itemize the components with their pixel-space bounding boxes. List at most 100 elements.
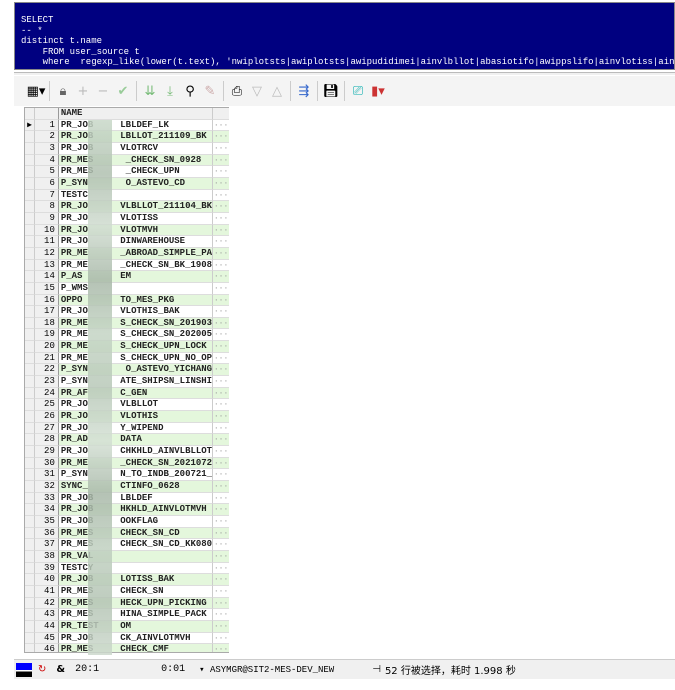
row-number[interactable]: 40 [34,574,59,586]
cell-edit-button[interactable]: ··· [213,399,229,412]
cell-edit-button[interactable]: ··· [213,306,229,318]
row-number[interactable]: 3 [34,142,59,155]
cell-edit-button[interactable]: ··· [213,131,229,143]
table-row[interactable]: 35 PR_JOB OOKFLAG ··· [25,515,229,528]
cell-edit-button[interactable]: ··· [213,166,229,178]
eraser-icon[interactable]: ✎ [200,81,220,101]
cell-edit-button[interactable]: ··· [213,574,229,586]
table-row[interactable]: 19 PR_ME S_CHECK_SN_20200508 ··· [25,329,229,342]
cell-edit-button[interactable]: ··· [213,120,229,132]
cell-edit-button[interactable]: ··· [213,236,229,248]
table-row[interactable]: 40 PR_JOB LOTISS_BAK ··· [25,574,229,586]
row-number[interactable]: 24 [34,387,59,400]
cell-edit-button[interactable]: ··· [213,481,229,493]
cell-edit-button[interactable]: ··· [213,341,229,353]
cell-edit-button[interactable]: ··· [213,376,229,388]
row-number[interactable]: 17 [34,306,59,318]
table-row[interactable]: 41 PR_MES CHECK_SN ··· [25,585,229,598]
column-header-name[interactable]: NAME [58,108,214,120]
table-row[interactable]: 12 PR_ME _ABROAD_SIMPLE_PACK ··· [25,247,229,260]
row-number[interactable]: 23 [34,376,59,388]
refresh-icon[interactable]: ↻ [38,664,46,675]
row-number[interactable]: 7 [34,189,59,202]
row-number[interactable]: 38 [34,550,59,563]
cell-edit-button[interactable]: ··· [213,597,229,610]
table-row[interactable]: 32 SYNC_ CTINFO_0628 ··· [25,481,229,493]
cell-name[interactable]: PR_MES _CHECK_UPN [58,166,214,178]
table-row[interactable]: 3 PR_JOB VLOTRCV ··· [25,142,229,155]
cell-name[interactable]: PR_JO VLBLLOT [58,399,214,412]
row-number[interactable]: 11 [34,236,59,248]
cell-edit-button[interactable]: ··· [213,387,229,400]
cell-name[interactable]: PR_ME S_CHECK_SN_20200508 [58,329,214,342]
cell-name[interactable]: PR_JO VLOTHIS [58,411,214,423]
cell-name[interactable]: P_SYN ATE_SHIPSN_LINSHI [58,376,214,388]
row-number[interactable]: 13 [34,259,59,272]
table-row[interactable]: 23 P_SYN ATE_SHIPSN_LINSHI ··· [25,376,229,388]
row-number[interactable]: 30 [34,457,59,470]
cell-edit-button[interactable]: ··· [213,190,229,202]
cell-name[interactable]: PR_JOB LBLLOT_211109_BK [58,131,214,143]
cell-edit-button[interactable]: ··· [213,446,229,458]
cell-name[interactable]: PR_JOB CK_AINVLOTMVH [58,632,214,645]
cell-name[interactable]: PR_TEST OM [58,620,214,633]
row-number[interactable]: 14 [34,271,59,283]
cell-name[interactable]: PR_JOB LOTISS_BAK [58,574,214,586]
cell-name[interactable]: PR_MES _CHECK_SN_0928 [58,154,214,167]
cell-edit-button[interactable]: ··· [213,271,229,283]
cell-name[interactable]: PR_JOB VLOTRCV [58,142,214,155]
cell-edit-button[interactable]: ··· [213,213,229,225]
cell-name[interactable]: PR_ME _CHECK_SN_20210726 [58,457,214,470]
lock-icon[interactable]: 🔒︎ [53,81,73,101]
cell-edit-button[interactable]: ··· [213,457,229,470]
table-row[interactable]: 11 PR_JO DINWAREHOUSE ··· [25,236,229,248]
row-number[interactable]: 34 [34,504,59,516]
cell-edit-button[interactable]: ··· [213,201,229,213]
row-number[interactable]: 1 [34,119,59,132]
cell-name[interactable]: P_SYN O_ASTEVO_YICHANG [58,364,214,377]
row-number[interactable]: 2 [34,131,59,143]
table-row[interactable]: 9 PR_JO VLOTISS ··· [25,212,229,225]
table-row[interactable]: 18 PR_ME S_CHECK_SN_20190314 ··· [25,317,229,330]
cell-edit-button[interactable]: ··· [213,247,229,260]
table-row[interactable]: 4 PR_MES _CHECK_SN_0928 ··· [25,154,229,167]
cell-name[interactable]: PR_AD DATA [58,434,214,447]
cell-name[interactable]: PR_MES CHECK_CMF [58,644,214,652]
cell-name[interactable]: PR_JOB HKHLD_AINVLOTMVH [58,504,214,516]
row-number[interactable]: 18 [34,317,59,330]
cell-edit-button[interactable]: ··· [213,364,229,377]
next-record-icon[interactable]: ⇊ [140,81,160,101]
table-row[interactable]: 27 PR_JO Y_WIPEND ··· [25,422,229,435]
cell-name[interactable]: PR_JOB OOKFLAG [58,515,214,528]
splitter[interactable] [14,72,675,75]
row-number[interactable]: 19 [34,329,59,342]
cell-name[interactable]: PR_JO VLOTMVH [58,224,214,237]
cell-edit-button[interactable]: ··· [213,154,229,167]
cell-name[interactable]: P_SYN O_ASTEVO_CD [58,177,214,190]
cell-name[interactable]: PR_JO CHKHLD_AINVLBLLOT [58,446,214,458]
cell-edit-button[interactable]: ··· [213,563,229,575]
cell-edit-button[interactable]: ··· [213,504,229,516]
row-number[interactable]: 32 [34,481,59,493]
cell-name[interactable]: P_WMS [58,282,214,295]
print-icon[interactable]: ⎚ [348,81,368,101]
cell-name[interactable]: TESTC [58,189,214,202]
cell-edit-button[interactable]: ··· [213,294,229,307]
row-number[interactable]: 12 [34,247,59,260]
table-row[interactable]: 25 PR_JO VLBLLOT ··· [25,399,229,412]
cell-name[interactable]: PR_JO Y_WIPEND [58,422,214,435]
connection-dropdown[interactable]: ▾ ASYMGR@SIT2-MES-DEV_NEW [199,665,334,675]
connect-icon[interactable]: ⇶ [294,81,314,101]
cell-name[interactable]: TESTCY [58,562,214,575]
table-row[interactable]: 42 PR_MES HECK_UPN_PICKING ··· [25,597,229,610]
cell-name[interactable]: PR_MES CHECK_SN_CD [58,527,214,540]
table-row[interactable]: 14 P_AS EM ··· [25,271,229,283]
cell-name[interactable]: PR_MES CHECK_SN [58,585,214,598]
table-row[interactable]: 6 P_SYN O_ASTEVO_CD ··· [25,177,229,190]
row-number[interactable]: 6 [34,177,59,190]
save-icon[interactable]: 💾︎ [321,81,341,101]
table-row[interactable]: 44 PR_TEST OM ··· [25,620,229,633]
cell-name[interactable]: PR_MES HINA_SIMPLE_PACK [58,609,214,621]
row-number[interactable]: 37 [34,539,59,551]
table-row[interactable]: 39 TESTCY ··· [25,562,229,575]
